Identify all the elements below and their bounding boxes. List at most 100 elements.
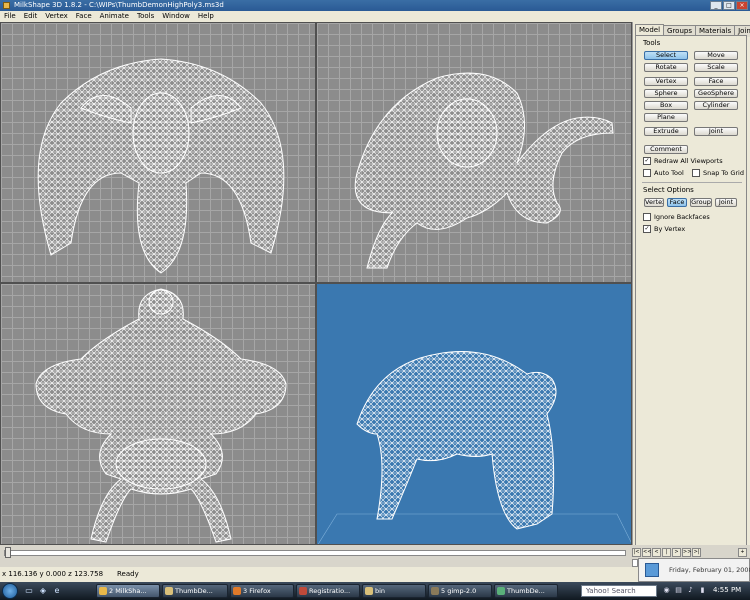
folder-icon <box>365 587 373 595</box>
select-options-label: Select Options <box>643 186 694 194</box>
auto-tool-checkbox[interactable]: Auto Tool <box>643 169 684 177</box>
menu-bar: File Edit Vertex Face Animate Tools Wind… <box>0 11 750 22</box>
ie-icon[interactable]: e <box>52 586 62 596</box>
start-button[interactable] <box>2 583 18 599</box>
viewport-top[interactable] <box>0 283 316 545</box>
mesh-perspective <box>317 351 631 544</box>
calendar-icon <box>645 563 659 577</box>
select-button[interactable]: Select <box>644 51 688 60</box>
checkbox-checked-icon: ✓ <box>643 157 651 165</box>
mesh-side <box>354 72 614 269</box>
comment-button[interactable]: Comment <box>644 145 688 154</box>
timeline-slider-handle[interactable] <box>5 547 11 558</box>
snap-grid-label: Snap To Grid <box>703 169 744 177</box>
by-vertex-label: By Vertex <box>654 225 686 233</box>
redraw-all-viewports-checkbox[interactable]: ✓ Redraw All Viewports <box>643 157 723 165</box>
snap-to-grid-checkbox[interactable]: Snap To Grid <box>692 169 744 177</box>
date-tooltip: Friday, February 01, 2008 <box>638 558 750 582</box>
select-joint-button[interactable]: Joint <box>715 198 737 207</box>
taskbar-item-firefox[interactable]: 3 Firefox <box>230 584 294 598</box>
viewport-front[interactable] <box>0 22 316 283</box>
menu-help[interactable]: Help <box>194 11 218 22</box>
select-group-button[interactable]: Group <box>690 198 712 207</box>
first-frame-button[interactable]: |< <box>632 548 641 557</box>
document-icon <box>299 587 307 595</box>
search-box[interactable]: Yahoo! Search <box>581 585 657 597</box>
menu-file[interactable]: File <box>0 11 20 22</box>
next-key-button[interactable]: >> <box>682 548 691 557</box>
checkbox-unchecked-icon <box>643 213 651 221</box>
menu-tools[interactable]: Tools <box>133 11 158 22</box>
mesh-front <box>37 58 285 274</box>
taskbar-item-registration[interactable]: Registratio... <box>296 584 360 598</box>
plane-button[interactable]: Plane <box>644 113 688 122</box>
milkshape-icon <box>99 587 107 595</box>
status-text: Ready <box>117 570 139 578</box>
face-button[interactable]: Face <box>694 77 738 86</box>
volume-icon[interactable]: ♪ <box>686 586 695 595</box>
select-vertex-button[interactable]: Vertex <box>644 198 664 207</box>
menu-face[interactable]: Face <box>72 11 96 22</box>
by-vertex-checkbox[interactable]: ✓ By Vertex <box>643 225 685 233</box>
hp-icon[interactable]: ◉ <box>662 586 671 595</box>
checkbox-unchecked-icon <box>643 169 651 177</box>
next-frame-button[interactable]: > <box>672 548 681 557</box>
taskbar-item-gimp[interactable]: 5 gimp-2.0 <box>428 584 492 598</box>
cylinder-button[interactable]: Cylinder <box>694 101 738 110</box>
prev-frame-button[interactable]: < <box>652 548 661 557</box>
scale-button[interactable]: Scale <box>694 63 738 72</box>
minimize-button[interactable]: _ <box>710 1 722 10</box>
menu-edit[interactable]: Edit <box>20 11 42 22</box>
taskbar-item-milkshape[interactable]: 2 MilkSha... <box>96 584 160 598</box>
maximize-button[interactable]: □ <box>723 1 735 10</box>
power-icon[interactable]: ▮ <box>698 586 707 595</box>
extrude-button[interactable]: Extrude <box>644 127 688 136</box>
ignore-backfaces-checkbox[interactable]: Ignore Backfaces <box>643 213 710 221</box>
taskbar-item-thumbdemon-2[interactable]: ThumbDe... <box>494 584 558 598</box>
title-bar: MilkShape 3D 1.8.2 - C:\WIPs\ThumbDemonH… <box>0 0 750 11</box>
move-button[interactable]: Move <box>694 51 738 60</box>
timeline-track[interactable] <box>4 550 626 556</box>
mesh-top <box>35 288 287 543</box>
app-icon <box>3 2 10 9</box>
menu-window[interactable]: Window <box>158 11 194 22</box>
select-face-button[interactable]: Face <box>667 198 687 207</box>
stop-button[interactable]: | <box>662 548 671 557</box>
date-text: Friday, February 01, 2008 <box>669 566 750 574</box>
tool-panel: Model Groups Materials Joints Tools Sele… <box>632 22 750 560</box>
viewport-3d[interactable] <box>316 283 632 545</box>
sphere-button[interactable]: Sphere <box>644 89 688 98</box>
firefox-icon <box>233 587 241 595</box>
auto-tool-label: Auto Tool <box>654 169 684 177</box>
tools-label: Tools <box>643 39 661 47</box>
viewport-side[interactable] <box>316 22 632 283</box>
network-icon[interactable]: ▤ <box>674 586 683 595</box>
switch-windows-icon[interactable]: ◈ <box>38 586 48 596</box>
gimp-icon <box>431 587 439 595</box>
model-tab-body: Tools Select Move Rotate Scale Vertex Fa… <box>635 35 747 555</box>
panel-divider <box>642 182 742 183</box>
cursor-coordinates: x 116.136 y 0.000 z 123.758 <box>2 570 104 578</box>
last-frame-button[interactable]: >| <box>692 548 701 557</box>
checkbox-checked-icon: ✓ <box>643 225 651 233</box>
redraw-all-label: Redraw All Viewports <box>654 157 723 165</box>
image-icon <box>497 587 505 595</box>
prev-key-button[interactable]: << <box>642 548 651 557</box>
ignore-backfaces-label: Ignore Backfaces <box>654 213 710 221</box>
taskbar-item-bin[interactable]: bin <box>362 584 426 598</box>
window-title: MilkShape 3D 1.8.2 - C:\WIPs\ThumbDemonH… <box>14 1 224 9</box>
taskbar-item-thumbdemon-1[interactable]: ThumbDe... <box>162 584 228 598</box>
folder-icon <box>165 587 173 595</box>
box-button[interactable]: Box <box>644 101 688 110</box>
menu-vertex[interactable]: Vertex <box>41 11 72 22</box>
vertex-button[interactable]: Vertex <box>644 77 688 86</box>
close-button[interactable]: × <box>736 1 748 10</box>
menu-animate[interactable]: Animate <box>96 11 133 22</box>
taskbar: ▭ ◈ e 2 MilkSha... ThumbDe... 3 Firefox … <box>0 582 750 600</box>
geosphere-button[interactable]: GeoSphere <box>694 89 738 98</box>
add-key-button[interactable]: + <box>738 548 747 557</box>
rotate-button[interactable]: Rotate <box>644 63 688 72</box>
joint-button[interactable]: Joint <box>694 127 738 136</box>
clock[interactable]: 4:55 PM <box>713 586 741 594</box>
show-desktop-icon[interactable]: ▭ <box>24 586 34 596</box>
